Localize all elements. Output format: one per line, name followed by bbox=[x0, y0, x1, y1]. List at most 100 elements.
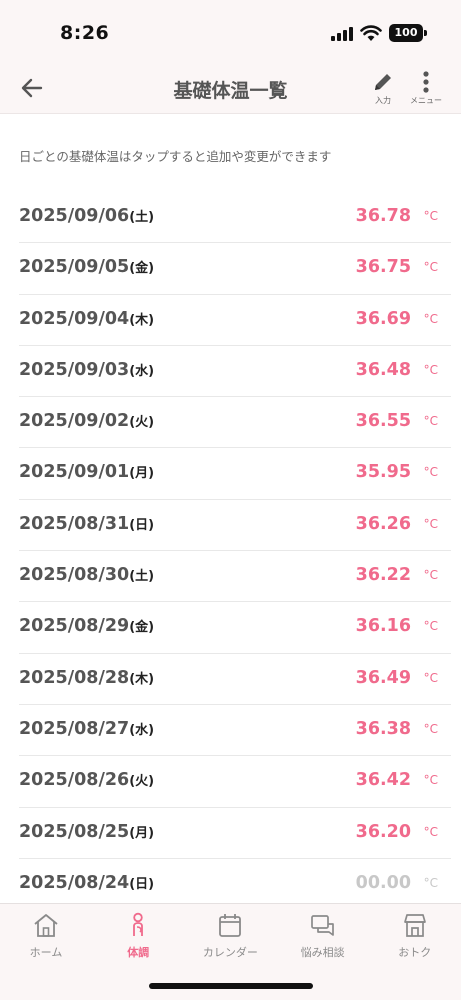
tab-chat[interactable]: 悩み相談 bbox=[277, 912, 369, 968]
date-text: 2025/08/25 bbox=[19, 821, 130, 842]
temperature-unit: °C bbox=[423, 516, 438, 531]
tab-shop[interactable]: おトク bbox=[369, 912, 461, 968]
temperature-row[interactable]: 2025/08/30(土) 36.22 °C bbox=[19, 551, 451, 603]
weekday-text: (土) bbox=[129, 569, 155, 585]
wifi-icon bbox=[360, 25, 382, 41]
temperature-value: 36.69 bbox=[355, 308, 411, 329]
temperature-row[interactable]: 2025/09/04(木) 36.69 °C bbox=[19, 295, 451, 346]
temperature-value: 36.20 bbox=[355, 821, 411, 842]
row-date: 2025/09/05(金) bbox=[19, 257, 154, 277]
tab-label: ホーム bbox=[29, 946, 63, 959]
weekday-text: (火) bbox=[129, 415, 155, 431]
date-text: 2025/09/04 bbox=[19, 308, 130, 329]
date-text: 2025/08/29 bbox=[19, 616, 130, 637]
weekday-text: (月) bbox=[129, 825, 155, 841]
row-date: 2025/08/26(火) bbox=[19, 770, 154, 790]
temperature-row[interactable]: 2025/09/05(金) 36.75 °C bbox=[19, 243, 451, 295]
row-date: 2025/08/28(木) bbox=[19, 668, 154, 688]
temperature-unit: °C bbox=[423, 721, 438, 736]
row-date: 2025/09/04(木) bbox=[19, 309, 154, 329]
date-text: 2025/09/01 bbox=[19, 462, 130, 483]
tab-calendar[interactable]: カレンダー bbox=[184, 912, 276, 968]
tab-label: 悩み相談 bbox=[300, 946, 345, 959]
body-icon bbox=[92, 912, 184, 938]
weekday-text: (木) bbox=[129, 671, 155, 687]
temperature-unit: °C bbox=[423, 311, 438, 326]
temperature-unit: °C bbox=[423, 414, 438, 429]
row-date: 2025/09/01(月) bbox=[19, 462, 154, 482]
row-date: 2025/08/29(金) bbox=[19, 616, 154, 636]
battery-indicator: 100 bbox=[389, 24, 423, 42]
temperature-row[interactable]: 2025/09/01(月) 35.95 °C bbox=[19, 448, 451, 500]
status-time: 8:26 bbox=[60, 22, 110, 44]
weekday-text: (水) bbox=[129, 363, 155, 379]
temperature-unit: °C bbox=[423, 260, 438, 275]
weekday-text: (火) bbox=[129, 774, 155, 790]
temperature-value: 36.38 bbox=[355, 718, 411, 739]
temperature-list: 2025/09/06(土) 36.78 °C 2025/09/05(金) 36.75 °C… bbox=[0, 192, 461, 911]
status-bar: 8:26 100 bbox=[0, 0, 461, 62]
date-text: 2025/09/06 bbox=[19, 206, 130, 226]
menu-button[interactable]: メニュー bbox=[406, 70, 446, 110]
chat-icon bbox=[277, 912, 369, 938]
temperature-unit: °C bbox=[423, 465, 438, 480]
tab-body[interactable]: 体調 bbox=[92, 912, 184, 968]
temperature-row[interactable]: 2025/08/25(月) 36.20 °C bbox=[19, 808, 451, 859]
row-date: 2025/08/31(日) bbox=[19, 514, 154, 534]
temperature-value: 36.55 bbox=[355, 411, 411, 432]
temperature-value: 00.00 bbox=[355, 872, 411, 893]
date-text: 2025/08/24 bbox=[19, 872, 130, 893]
temperature-value: 36.16 bbox=[355, 616, 411, 637]
home-icon bbox=[0, 912, 92, 938]
date-text: 2025/09/05 bbox=[19, 257, 130, 278]
tab-label: 体調 bbox=[127, 946, 150, 959]
calendar-icon bbox=[184, 912, 276, 938]
tab-label: おトク bbox=[398, 946, 432, 959]
temperature-value: 36.48 bbox=[355, 359, 411, 380]
date-text: 2025/09/03 bbox=[19, 359, 130, 380]
temperature-unit: °C bbox=[423, 619, 438, 634]
date-text: 2025/08/31 bbox=[19, 513, 130, 534]
temperature-value: 35.95 bbox=[355, 462, 411, 483]
pencil-icon bbox=[375, 74, 391, 90]
input-button[interactable]: 入力 bbox=[363, 70, 403, 110]
date-text: 2025/08/27 bbox=[19, 718, 130, 739]
row-date: 2025/08/25(月) bbox=[19, 822, 154, 842]
temperature-row[interactable]: 2025/08/31(日) 36.26 °C bbox=[19, 500, 451, 552]
temperature-value: 36.78 bbox=[355, 206, 411, 226]
temperature-unit: °C bbox=[423, 875, 438, 890]
temperature-value: 36.22 bbox=[355, 565, 411, 586]
temperature-row[interactable]: 2025/09/02(火) 36.55 °C bbox=[19, 397, 451, 449]
more-vertical-icon bbox=[423, 71, 429, 93]
input-label: 入力 bbox=[375, 96, 391, 105]
header: 基礎体温一覧 入力 メニュー bbox=[0, 62, 461, 114]
tab-label: カレンダー bbox=[202, 946, 258, 959]
temperature-row[interactable]: 2025/08/28(木) 36.49 °C bbox=[19, 654, 451, 705]
temperature-value: 36.26 bbox=[355, 513, 411, 534]
temperature-row[interactable]: 2025/08/27(水) 36.38 °C bbox=[19, 705, 451, 757]
date-text: 2025/08/30 bbox=[19, 565, 130, 586]
date-text: 2025/09/02 bbox=[19, 411, 130, 432]
row-date: 2025/09/02(火) bbox=[19, 411, 154, 431]
date-text: 2025/08/28 bbox=[19, 667, 130, 688]
temperature-unit: °C bbox=[423, 568, 438, 583]
temperature-value: 36.75 bbox=[355, 257, 411, 278]
weekday-text: (土) bbox=[129, 210, 155, 225]
temperature-row[interactable]: 2025/08/26(火) 36.42 °C bbox=[19, 756, 451, 808]
weekday-text: (日) bbox=[129, 876, 155, 892]
weekday-text: (月) bbox=[129, 466, 155, 482]
weekday-text: (金) bbox=[129, 261, 155, 277]
weekday-text: (木) bbox=[129, 312, 155, 328]
row-date: 2025/09/03(水) bbox=[19, 360, 154, 380]
weekday-text: (日) bbox=[129, 517, 155, 533]
temperature-unit: °C bbox=[423, 362, 438, 377]
battery-tip bbox=[424, 30, 427, 36]
row-date: 2025/08/24(日) bbox=[19, 873, 154, 893]
temperature-row[interactable]: 2025/09/03(水) 36.48 °C bbox=[19, 346, 451, 398]
temperature-row[interactable]: 2025/09/06(土) 36.78 °C bbox=[19, 192, 451, 244]
temperature-row[interactable]: 2025/08/29(金) 36.16 °C bbox=[19, 602, 451, 654]
row-date: 2025/09/06(土) bbox=[19, 206, 154, 226]
tab-home[interactable]: ホーム bbox=[0, 912, 92, 968]
weekday-text: (金) bbox=[129, 620, 155, 636]
temperature-value: 36.49 bbox=[355, 667, 411, 688]
